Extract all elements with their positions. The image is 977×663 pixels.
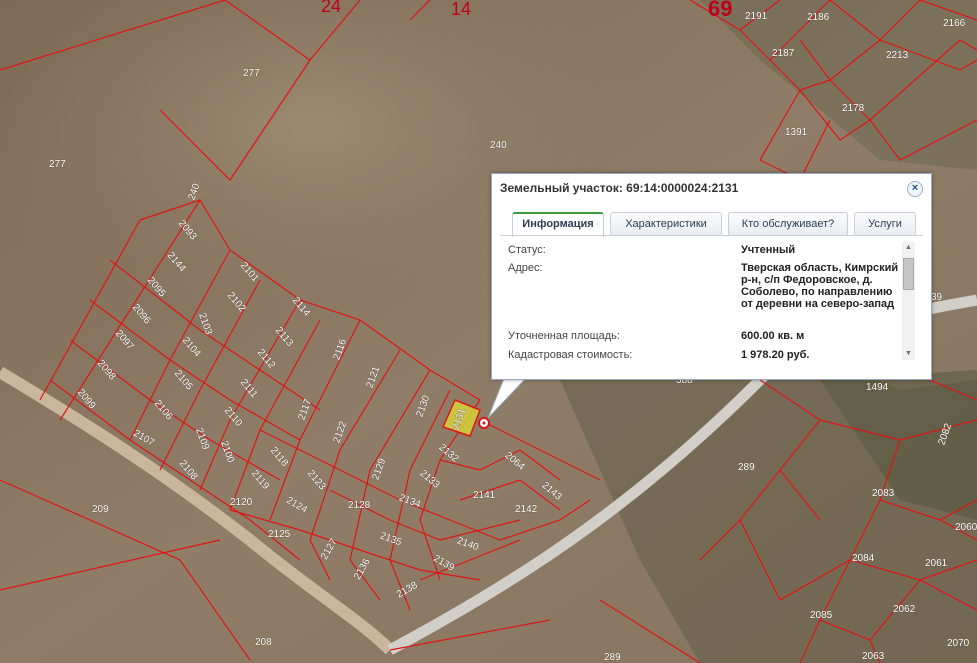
info-key: Статус: <box>508 244 546 256</box>
parcel-label: 2213 <box>886 50 909 61</box>
parcel-label: 277 <box>49 159 66 170</box>
parcel-label: 2061 <box>925 558 948 569</box>
parcel-label: 2186 <box>807 12 830 23</box>
parcel-label: 2070 <box>947 638 970 649</box>
parcel-label: 1391 <box>785 127 808 138</box>
parcel-label: 2187 <box>772 48 795 59</box>
info-value: Учтенный <box>741 244 796 256</box>
popup-title: Земельный участок: 69:14:0000024:2131 <box>500 181 739 195</box>
tab-who-serves[interactable]: Кто обслуживает? <box>728 212 848 235</box>
scroll-thumb[interactable] <box>903 258 914 290</box>
parcel-label: 2142 <box>515 504 538 515</box>
scroll-down-icon[interactable]: ▼ <box>902 348 915 360</box>
parcel-label: 2083 <box>872 488 895 499</box>
info-key: Кадастровая стоимость: <box>508 349 633 361</box>
parcel-label: 2120 <box>230 497 253 508</box>
parcel-label: 2166 <box>943 18 966 29</box>
parcel-label: 277 <box>243 68 260 79</box>
parcel-marker-dot <box>482 421 486 425</box>
tab-characteristics[interactable]: Характеристики <box>610 212 722 235</box>
parcel-label: 2141 <box>473 490 496 501</box>
parcel-label: 289 <box>604 652 621 663</box>
parcel-label: 2060 <box>955 522 977 533</box>
parcel-label: 2128 <box>348 500 371 511</box>
info-key: Уточненная площадь: <box>508 330 620 342</box>
parcel-label: 209 <box>92 504 109 515</box>
tab-services[interactable]: Услуги <box>854 212 916 235</box>
parcel-label: 289 <box>738 462 755 473</box>
parcel-label: 208 <box>255 637 272 648</box>
parcel-label: 39 <box>931 292 943 303</box>
tab-divider <box>500 235 923 236</box>
close-icon[interactable]: × <box>907 181 923 197</box>
quarter-label: 69 <box>708 0 732 21</box>
quarter-label: 14 <box>451 0 471 19</box>
parcel-label: 1494 <box>866 382 889 393</box>
info-value: 600.00 кв. м <box>741 330 805 342</box>
parcel-info-popup: Земельный участок: 69:14:0000024:2131 × … <box>491 173 932 380</box>
info-key: Адрес: <box>508 262 543 274</box>
parcel-label: 2084 <box>852 553 875 564</box>
scroll-up-icon[interactable]: ▲ <box>902 242 915 254</box>
info-value: Тверская область, Кимрский р-н, с/п Федо… <box>741 262 899 310</box>
parcel-label: 2085 <box>810 610 833 621</box>
parcel-label: 2063 <box>862 651 885 662</box>
parcel-label: 2125 <box>268 529 291 540</box>
parcel-label: 2178 <box>842 103 865 114</box>
info-value: 1 978.20 руб. <box>741 349 810 361</box>
parcel-label: 2062 <box>893 604 916 615</box>
parcel-label: 240 <box>490 140 507 151</box>
parcel-label: 2191 <box>745 11 768 22</box>
quarter-label: 24 <box>321 0 341 16</box>
info-panel: Статус: Учтенный Адрес: Тверская область… <box>504 238 900 366</box>
tab-info[interactable]: Информация <box>512 212 604 237</box>
info-scrollbar[interactable]: ▲ ▼ <box>902 242 915 360</box>
